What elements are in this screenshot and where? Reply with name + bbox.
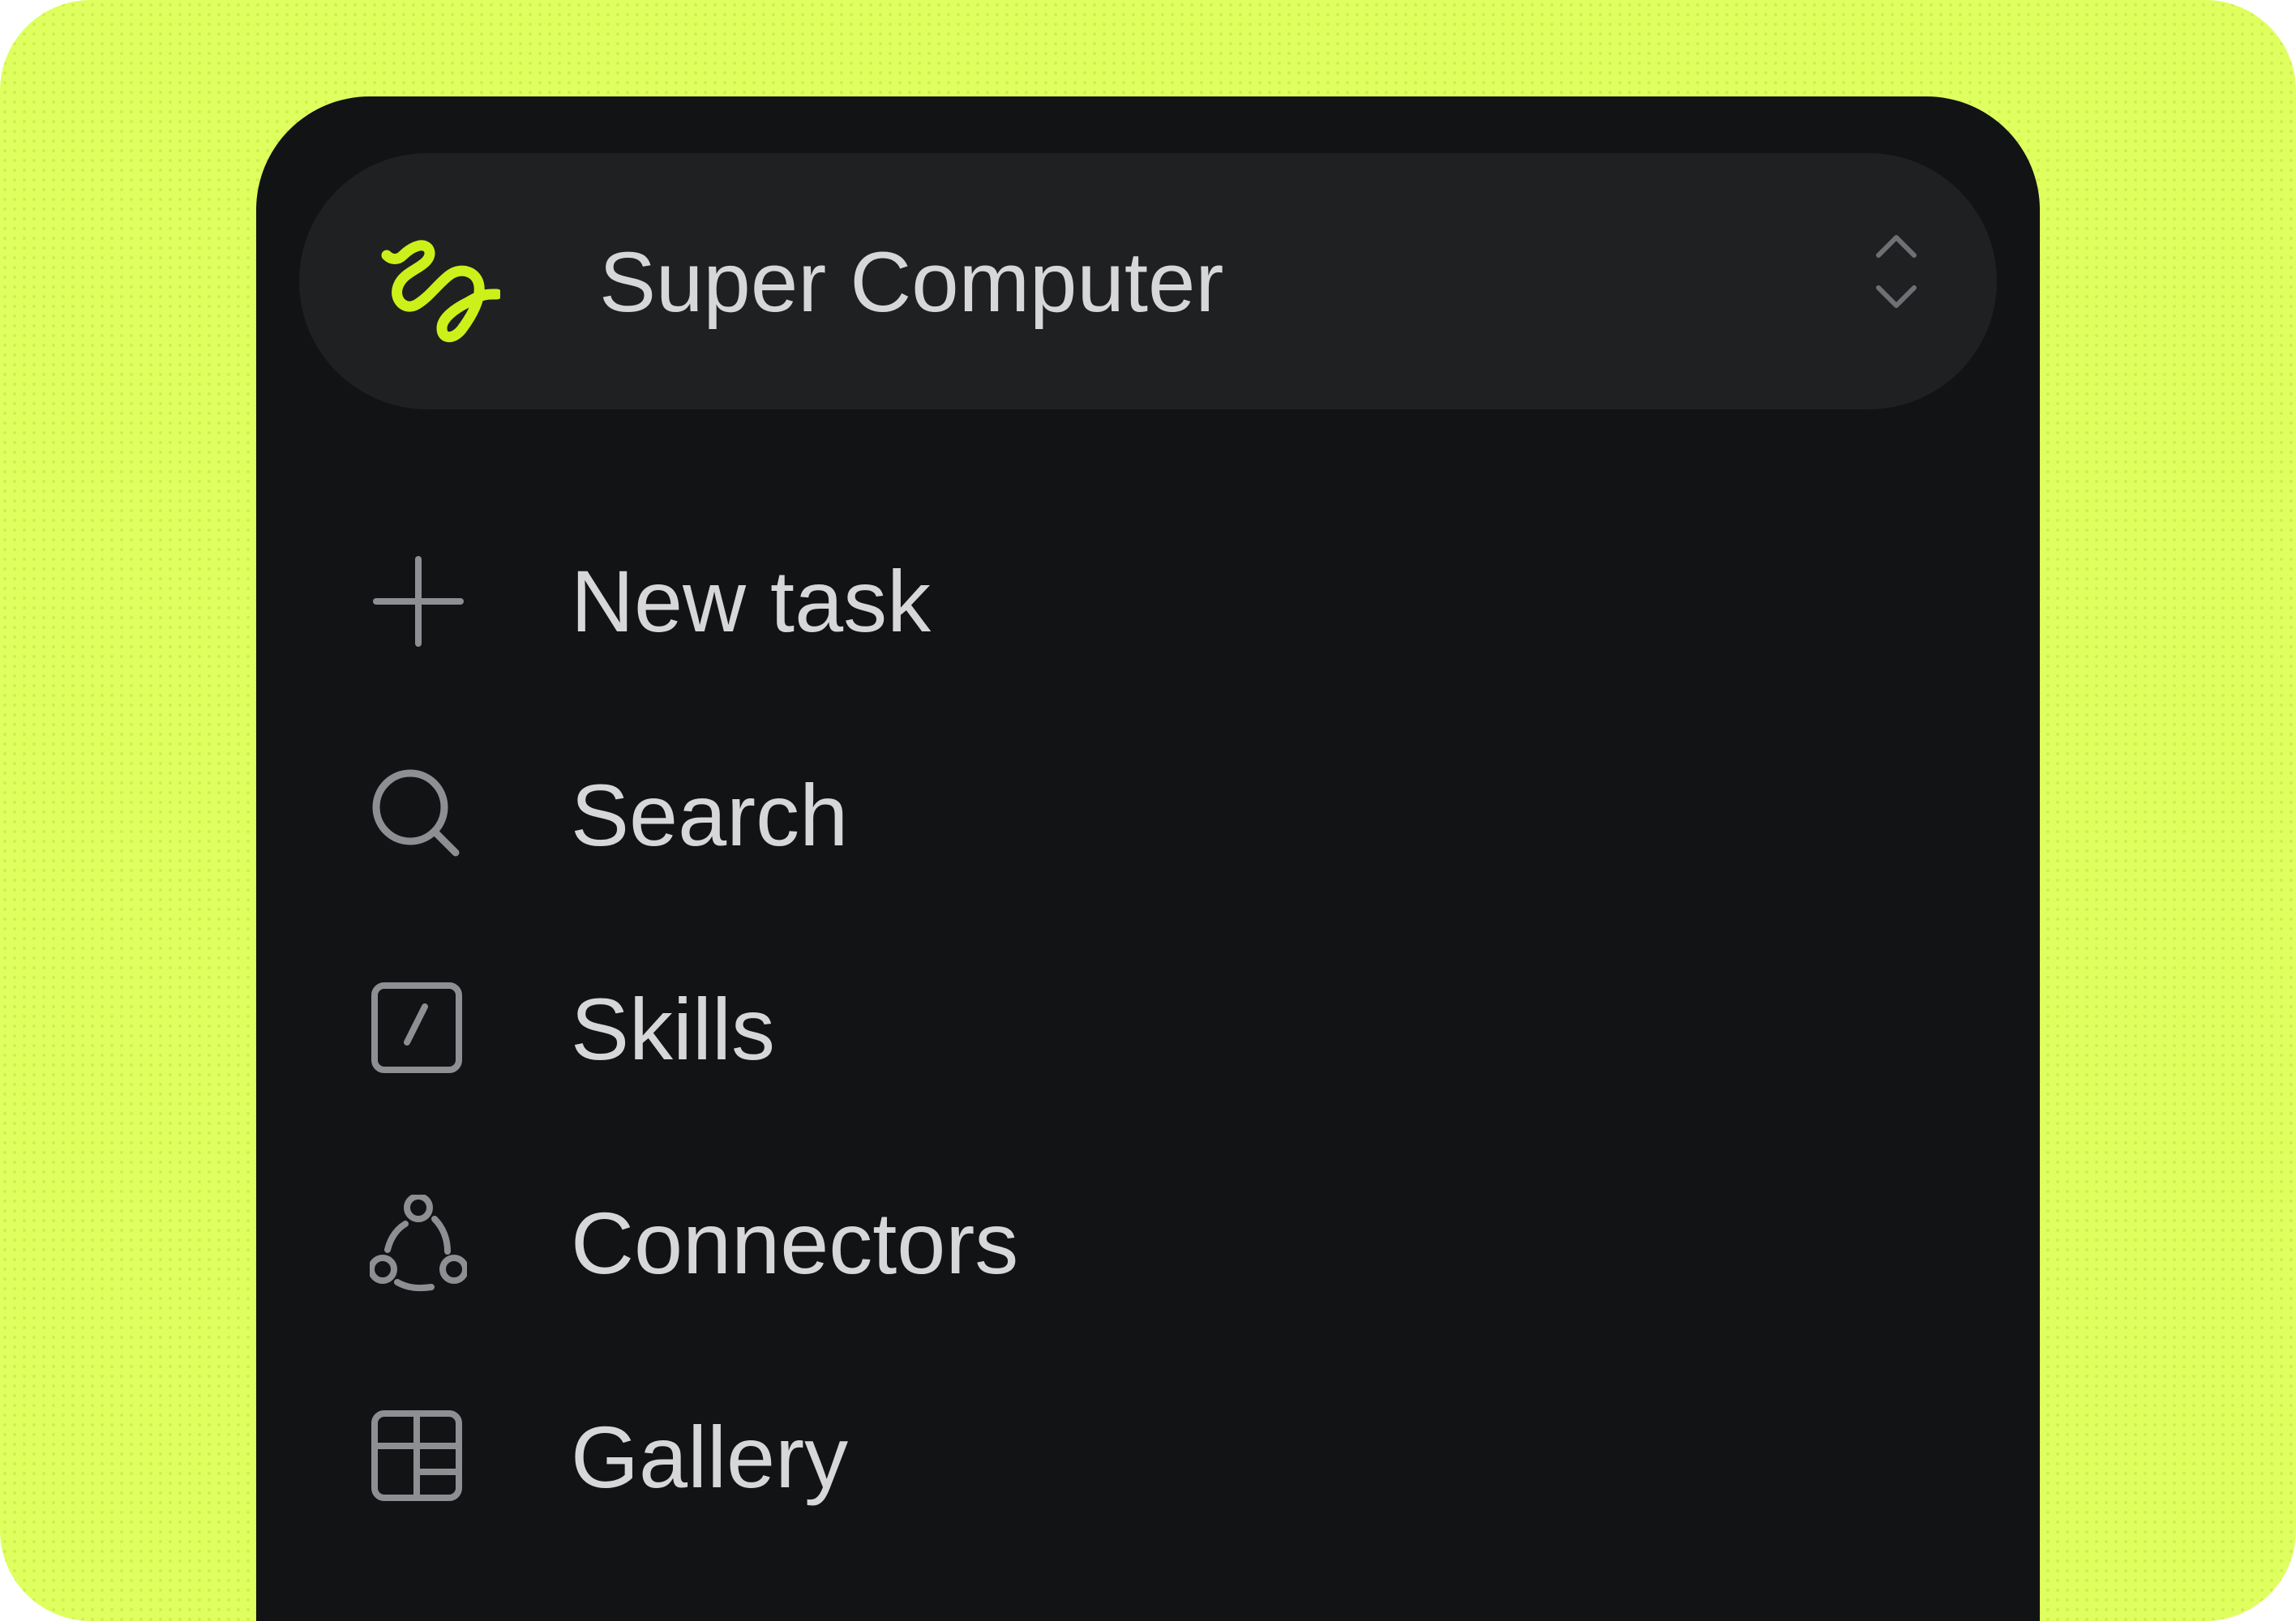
nav-item-connectors[interactable]: Connectors: [256, 1162, 2040, 1324]
nav-item-label: Search: [571, 766, 849, 864]
connectors-icon: [370, 1195, 467, 1292]
squiggle-logo-icon: [381, 240, 500, 343]
nav-item-label: Gallery: [571, 1408, 849, 1506]
nav-item-label: Connectors: [571, 1194, 1019, 1292]
gallery-grid-icon: [371, 1410, 462, 1501]
nav-item-skills[interactable]: Skills: [256, 948, 2040, 1110]
nav-item-label: Skills: [571, 980, 776, 1078]
nav-item-new-task[interactable]: New task: [256, 520, 2040, 682]
slash-box-icon: [371, 982, 462, 1073]
nav-item-label: New task: [571, 552, 932, 650]
app-frame: Super Computer New task Search Skills Co…: [0, 0, 2296, 1621]
workspace-switcher[interactable]: Super Computer: [299, 153, 1997, 409]
plus-icon: [373, 556, 464, 647]
chevron-up-down-icon[interactable]: [1872, 231, 1921, 312]
workspace-name: Super Computer: [599, 235, 1224, 330]
nav-item-gallery[interactable]: Gallery: [256, 1376, 2040, 1538]
nav-item-search[interactable]: Search: [256, 734, 2040, 896]
search-icon: [372, 769, 460, 857]
sidebar: Super Computer New task Search Skills Co…: [256, 96, 2040, 1621]
